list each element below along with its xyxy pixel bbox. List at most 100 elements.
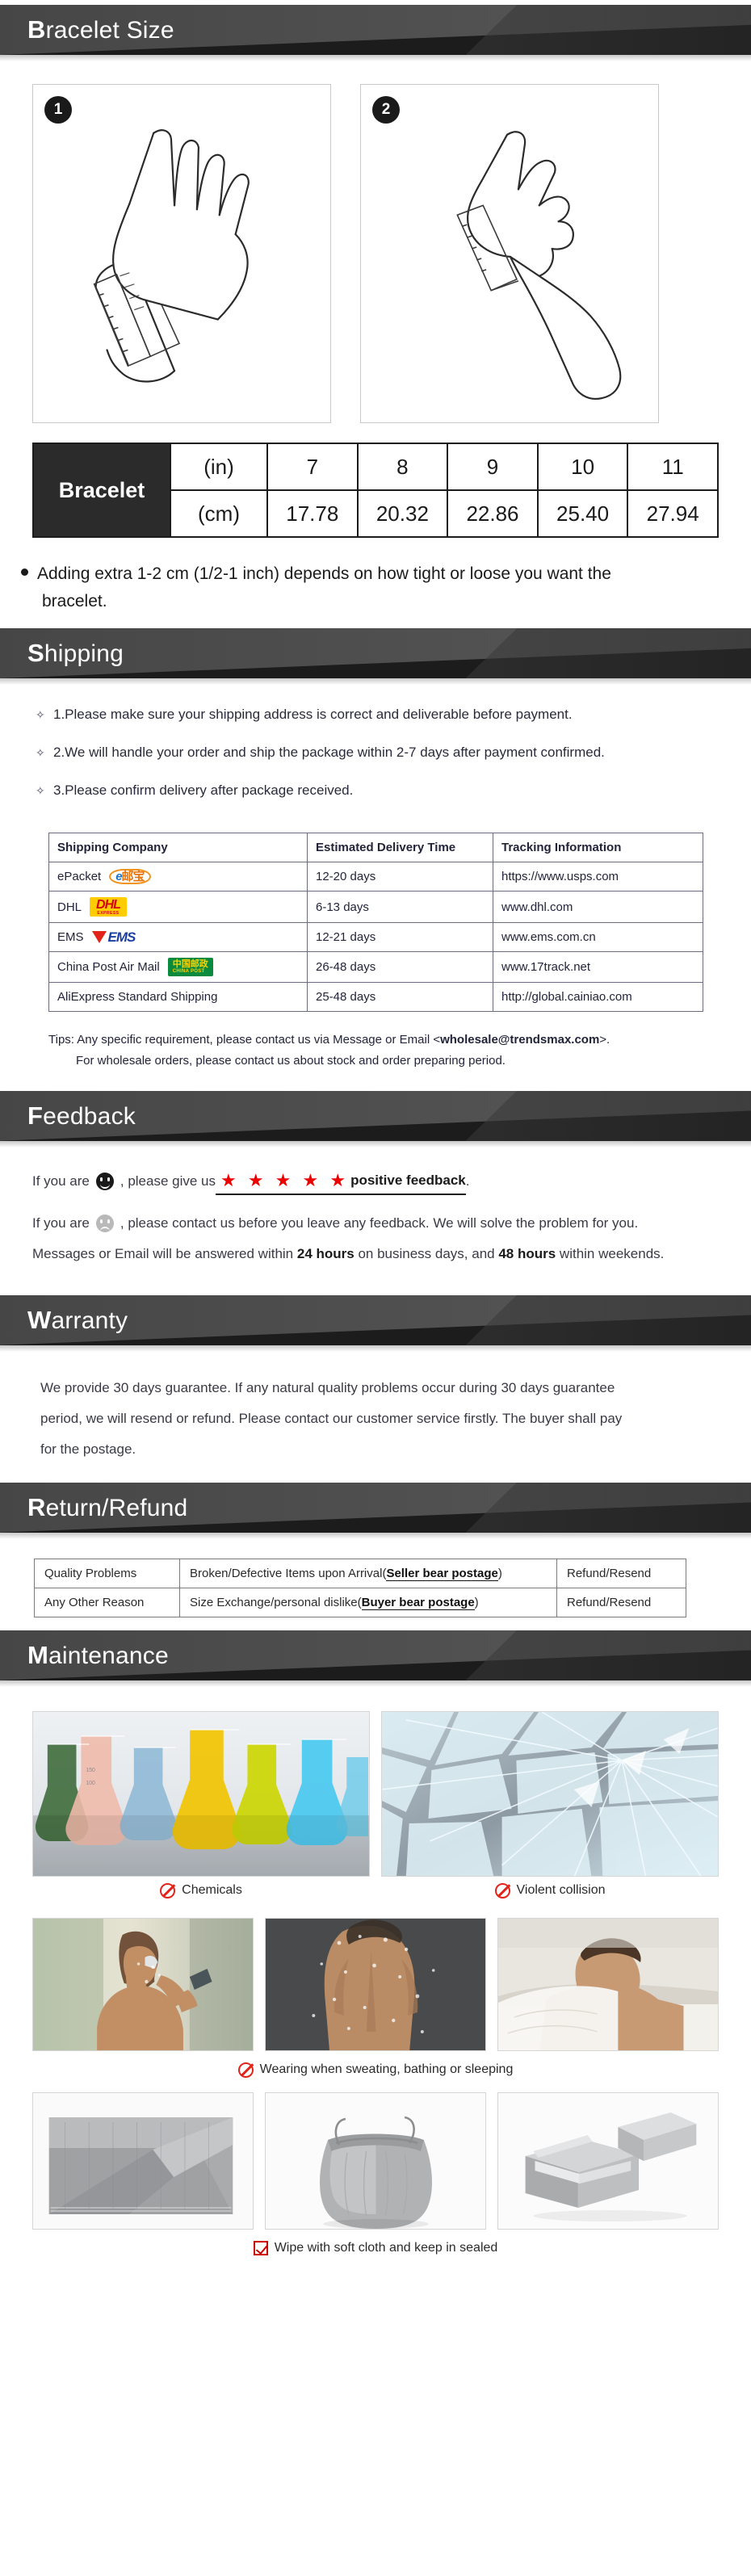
cell-tracking[interactable]: www.17track.net	[493, 951, 703, 983]
gray-drawstring-pouch-image	[265, 2091, 486, 2230]
cell-company: China Post Air Mail 中国邮政 CHINA POST	[48, 951, 308, 983]
positive-feedback-line: If you are , please give us ★ ★ ★ ★ ★ po…	[32, 1168, 719, 1195]
checkmark-icon	[253, 2240, 268, 2255]
shipping-bullet-text: 2.We will handle your order and ship the…	[53, 745, 605, 760]
cell-tracking[interactable]: www.ems.com.cn	[493, 922, 703, 952]
man-drinking-water-image	[32, 1917, 254, 2051]
section-banner-bracelet-size: Bracelet Size	[0, 5, 751, 55]
shipping-bullet-list: ✧ 1.Please make sure your shipping addres…	[0, 685, 751, 828]
feedback-positive-prefix: If you are	[32, 1173, 90, 1189]
feedback-positive-period: .	[465, 1173, 470, 1189]
rr-postage-party: Buyer bear postage	[361, 1595, 475, 1610]
banner-shadow	[0, 1532, 751, 1539]
carrier-name-dhl: DHL	[57, 900, 82, 914]
size-in-2: 9	[447, 443, 539, 491]
section-title-initial: F	[27, 1101, 44, 1130]
flasks-illustration: 150 100	[33, 1711, 369, 1876]
maintenance-cell-sweating-b	[265, 1917, 486, 2051]
bullet-dot-icon	[21, 568, 28, 576]
cell-tracking[interactable]: www.dhl.com	[493, 891, 703, 923]
section-banner-return-refund: Return/Refund	[0, 1482, 751, 1533]
broken-glass-illustration	[382, 1711, 718, 1876]
rr-desc-text-c: )	[497, 1566, 502, 1580]
maintenance-cell-sweating-a	[32, 1917, 254, 2051]
bracelet-size-table: Bracelet (in) 7 8 9 10 11 (cm) 17.78 20.…	[32, 443, 719, 538]
cell-delivery-time: 25-48 days	[307, 981, 493, 1012]
shattered-glass-image	[381, 1710, 719, 1877]
section-banner-maintenance: Maintenance	[0, 1630, 751, 1680]
feedback-negative-prefix: If you are	[32, 1215, 90, 1231]
list-item: ✧ 2.We will handle your order and ship th…	[36, 744, 719, 761]
header-estimated-delivery-time: Estimated Delivery Time	[307, 833, 493, 862]
feedback-positive-mid: , please give us	[120, 1173, 216, 1189]
cell-tracking[interactable]: https://www.usps.com	[493, 862, 703, 892]
return-refund-table: Quality Problems Broken/Defective Items …	[34, 1558, 686, 1617]
response-hours-weekend: 48 hours	[498, 1245, 556, 1261]
cell-delivery-time: 12-20 days	[307, 862, 493, 892]
banner-shadow	[0, 1140, 751, 1147]
svg-text:100: 100	[86, 1781, 95, 1786]
size-in-0: 7	[266, 443, 359, 491]
header-shipping-company: Shipping Company	[48, 833, 308, 862]
feedback-negative-mid: , please contact us before you leave any…	[120, 1215, 639, 1231]
section-banner-feedback: Feedback	[0, 1090, 751, 1141]
warranty-line-1: We provide 30 days guarantee. If any nat…	[40, 1379, 615, 1395]
rr-action-0: Refund/Resend	[556, 1558, 686, 1588]
carrier-name-epacket: ePacket	[57, 870, 102, 883]
rr-desc-0: Broken/Defective Items upon Arrival(Sell…	[179, 1558, 557, 1588]
shipping-methods-table: Shipping Company Estimated Delivery Time…	[48, 833, 703, 1012]
measure-step-1-card: 1	[32, 84, 331, 423]
maintenance-caption-wipe: Wipe with soft cloth and keep in sealed	[32, 2234, 719, 2270]
gray-microfiber-cloth-image	[32, 2091, 254, 2230]
cell-company: DHL DHL EXPRESS	[48, 891, 308, 923]
smiley-face-icon	[95, 1173, 114, 1191]
maintenance-cell-chemicals: 150 100 Chemicals	[32, 1710, 370, 1913]
sleeping-man-illustration	[498, 1918, 718, 2050]
cell-company: ePacket e邮宝	[48, 862, 308, 892]
size-in-1: 8	[356, 443, 449, 491]
rr-desc-text-a: Broken/Defective Items upon Arrival(	[190, 1566, 387, 1580]
section-title-rest: aintenance	[48, 1642, 169, 1669]
section-title-warranty: Warranty	[0, 1295, 751, 1335]
bracelet-row-label: Bracelet	[32, 443, 171, 538]
shipping-bullet-text: 1.Please make sure your shipping address…	[53, 707, 573, 722]
hand-measuring-wrist-icon	[456, 131, 622, 400]
negative-feedback-line: If you are , please contact us before yo…	[32, 1211, 719, 1236]
warranty-text: We provide 30 days guarantee. If any nat…	[0, 1352, 751, 1478]
cloth-illustration	[33, 2092, 253, 2229]
gray-jewelry-box-image	[497, 2091, 719, 2230]
cell-delivery-time: 6-13 days	[307, 891, 493, 923]
table-header-row: Shipping Company Estimated Delivery Time…	[48, 833, 703, 862]
dhl-logo: DHL EXPRESS	[90, 897, 127, 917]
diamond-bullet-icon: ✧	[36, 708, 45, 721]
maintenance-cell-pouch	[265, 2091, 486, 2230]
size-cm-2: 22.86	[447, 489, 539, 538]
step-number-badge: 2	[372, 96, 400, 124]
shipping-tips: Tips: Any specific requirement, please c…	[0, 1012, 751, 1086]
table-row: DHL DHL EXPRESS 6-13 days www.dhl.com	[48, 891, 703, 923]
diamond-bullet-icon: ✧	[36, 746, 45, 759]
section-title-rest: racelet Size	[45, 17, 174, 44]
tips-email: wholesale@trendsmax.com	[440, 1032, 600, 1047]
man-shower-back-image	[265, 1917, 486, 2051]
unit-cm-label: (cm)	[170, 489, 268, 538]
section-title-shipping: Shipping	[0, 628, 751, 668]
list-item: ✧ 1.Please make sure your shipping addres…	[36, 706, 719, 723]
banner-shadow	[0, 55, 751, 61]
cell-tracking[interactable]: http://global.cainiao.com	[493, 981, 703, 1012]
response-hours-business: 24 hours	[296, 1245, 355, 1261]
list-item: ✧ 3.Please confirm delivery after package…	[36, 782, 719, 799]
section-title-initial: B	[27, 15, 46, 44]
banner-shadow	[0, 1680, 751, 1687]
rr-postage-party: Seller bear postage	[386, 1566, 498, 1581]
note-line-1: Adding extra 1-2 cm (1/2-1 inch) depends…	[37, 564, 611, 583]
tips-line-2: For wholesale orders, please contact us …	[76, 1053, 506, 1068]
banner-shadow	[0, 1345, 751, 1352]
table-row: Bracelet (in) 7 8 9 10 11	[32, 443, 719, 538]
maintenance-cell-cloth	[32, 2091, 254, 2230]
athlete-drinking-illustration	[33, 1918, 253, 2050]
maintenance-row-3	[32, 2091, 719, 2230]
sad-face-icon	[95, 1214, 114, 1232]
positive-feedback-label: positive feedback	[350, 1172, 466, 1188]
size-cm-0: 17.78	[266, 489, 359, 538]
